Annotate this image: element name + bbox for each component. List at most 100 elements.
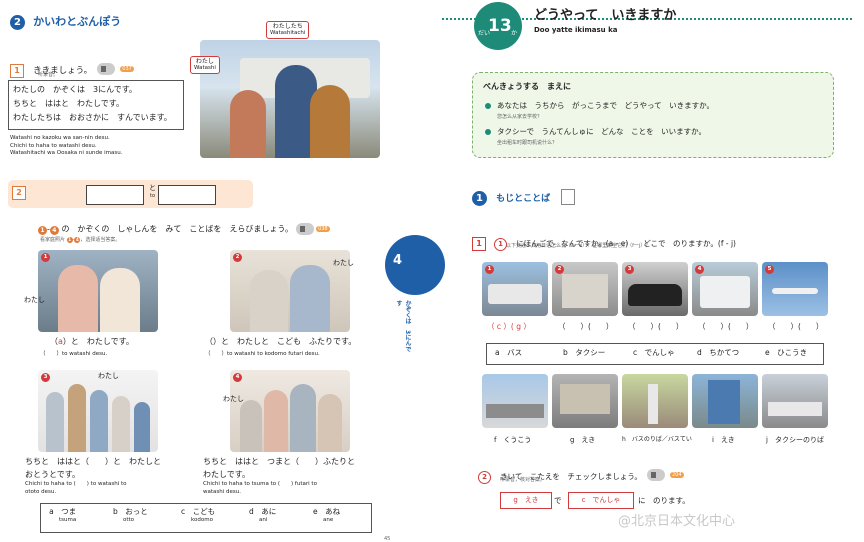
place-photo-g[interactable] xyxy=(552,374,618,428)
family-photo xyxy=(200,40,380,158)
place-photo-j[interactable] xyxy=(762,374,828,428)
item-3-romaji: Chichi to haha to ( ) to watashi to otot… xyxy=(25,481,127,495)
to-particle: と to xyxy=(149,184,156,200)
word-choices-box: a つま tsuma b おっと otto c こども kodomo d あに … xyxy=(40,503,372,533)
exercise-2-instruction-cn: 看家庭照片 1-4，选择适当答案。 xyxy=(40,237,121,243)
answer-box-place[interactable]: g えき xyxy=(500,492,552,509)
bullet-icon xyxy=(485,103,491,109)
vehicle-words-box: a バス b タクシー c でんしゃ d ちかてつ e ひこうき xyxy=(486,343,824,365)
before-study-box: べんきょうする まえに あなたは うちから がっこうまで どうやって いきますか… xyxy=(472,72,834,158)
choice-e: e あね ane xyxy=(313,507,341,524)
vehicle-photo-5[interactable]: 5 xyxy=(762,262,828,316)
section-number: 2 xyxy=(10,15,25,30)
exercise-number: 2 xyxy=(12,186,26,200)
book-icon xyxy=(561,188,576,205)
audio-icon[interactable] xyxy=(295,223,314,235)
particle-de: で xyxy=(554,496,562,505)
answer-slot-5[interactable]: （ ）( ） xyxy=(768,322,823,332)
family-photo-1: 1 xyxy=(38,250,158,332)
place-photo-i[interactable] xyxy=(692,374,758,428)
answer-slot-1[interactable]: （ c ）( g ） xyxy=(487,322,531,332)
exercise-2-banner: 2 と to xyxy=(8,180,253,208)
family-photo-4: 4 xyxy=(230,370,350,452)
vehicle-word-a: a バス xyxy=(495,348,523,357)
item-1-romaji: （ ）to watashi desu. xyxy=(40,351,108,357)
item-2-sentence: （）と わたしと こども ふたりです。 xyxy=(205,337,357,346)
study-question-1: あなたは うちから がっこうまで どうやって いきますか。 xyxy=(497,101,714,110)
photo-label: わたし xyxy=(333,259,354,267)
answer-slot-2[interactable]: （ ）( ） xyxy=(558,322,613,332)
lesson-badge: だい 13 か xyxy=(474,2,522,50)
chapter-number: 4 xyxy=(393,253,403,268)
lesson-title: どうやって いきますか xyxy=(534,8,677,23)
choice-b: b おっと otto xyxy=(113,507,148,524)
vehicle-word-d: d ちかてつ xyxy=(697,348,740,357)
romaji-line: Watashi no kazoku wa san-nin desu. xyxy=(10,135,110,141)
item-1-sentence: （a）と わたしです。 xyxy=(50,337,134,346)
answer-box[interactable] xyxy=(158,185,216,205)
audio-track: 037 xyxy=(120,65,134,72)
page-number: 45 xyxy=(384,536,391,542)
place-photo-f[interactable] xyxy=(482,374,548,428)
place-label-f: f くうこう xyxy=(494,436,532,444)
right-page: だい 13 か どうやって いきますか Doo yatte ikimasu ka… xyxy=(430,0,864,542)
place-photo-h[interactable] xyxy=(622,374,688,428)
section-title: かいわとぶんぽう xyxy=(33,15,122,28)
audio-icon[interactable] xyxy=(97,62,116,75)
section-header: 2 かいわとぶんぽう xyxy=(10,10,121,30)
section-1-header: 1 もじとことば xyxy=(472,186,576,206)
item-4-sentence: ちちと ははと つまと（ ）ふたりと わたしです。 xyxy=(203,457,355,479)
watermark: @北京日本文化中心 xyxy=(618,514,736,529)
dialogue-line: ちちと ははと わたしです。 xyxy=(13,99,124,108)
vehicle-photo-2[interactable]: 2 xyxy=(552,262,618,316)
photo-tag: わたしたち Watashitachi xyxy=(266,21,310,39)
dialogue-line: わたしの かぞくは 3にんです。 xyxy=(13,85,137,94)
chapter-side-tab[interactable]: 4 かぞくは 3にんです xyxy=(385,235,445,355)
audio-track: 038 xyxy=(316,225,330,233)
item-4-romaji: Chichi to haha to tsuma to ( ) futari to… xyxy=(203,481,317,495)
exercise-2-instruction-cn: 听录音，核对答案。 xyxy=(500,477,546,483)
dialogue-line: わたしたちは おおさかに すんでいます。 xyxy=(13,113,172,122)
choice-d: d あに ani xyxy=(249,507,277,524)
place-label-i: i えき xyxy=(712,436,735,444)
study-question-1-cn: 您怎么从家去学校？ xyxy=(497,114,543,120)
exercise-1-instruction-cn: 以下交通工具用日语怎么说（a一e）？在哪里乘坐它们（f一j）？ xyxy=(506,243,651,249)
study-heading: べんきょうする まえに xyxy=(483,82,571,91)
vehicle-word-e: e ひこうき xyxy=(765,348,808,357)
photo-label: わたし xyxy=(98,372,119,380)
place-label-j: j タクシーのりば xyxy=(766,436,824,444)
romaji-line: Chichi to haha to watashi desu. xyxy=(10,142,97,149)
lesson-title-romaji: Doo yatte ikimasu ka xyxy=(534,26,618,34)
place-label-h: h バスのりば／バスてい xyxy=(622,436,692,443)
family-photo-3: 3 xyxy=(38,370,158,452)
item-2-romaji: （ ）to watashi to kodomo futari desu. xyxy=(205,351,320,357)
place-label-g: g えき xyxy=(570,436,596,444)
vehicle-photo-3[interactable]: 3 xyxy=(622,262,688,316)
study-question-2-cn: 坐出租车时跟司机说什么？ xyxy=(497,140,558,146)
audio-icon[interactable] xyxy=(647,468,666,481)
romaji-line: Watashitachi wa Oosaka ni sunde imasu. xyxy=(10,150,123,157)
bullet-icon xyxy=(485,129,491,135)
photo-label: わたし xyxy=(223,395,244,403)
sentence-tail: に のります。 xyxy=(638,496,690,505)
choice-a: a つま tsuma xyxy=(49,507,77,524)
vehicle-photo-4[interactable]: 4 xyxy=(692,262,758,316)
family-photo-2: 2 xyxy=(230,250,350,332)
answer-box-vehicle[interactable]: c でんしゃ xyxy=(568,492,634,509)
exercise-1-header: 1 ききましょう。 037 xyxy=(10,58,134,78)
left-page: 2 かいわとぶんぽう 1 ききましょう。 037 听录音。 わたしの かぞくは … xyxy=(0,0,445,542)
exercise-2-instruction: 1-4 の かぞくの しゃしんを みて ことばを えらびましょう。 038 xyxy=(38,223,330,235)
chapter-title: かぞくは 3にんです xyxy=(395,300,411,353)
audio-track: 204 xyxy=(670,471,684,478)
study-question-2: タクシーで うんてんしゅに どんな ことを いいますか。 xyxy=(497,127,707,136)
item-3-sentence: ちちと ははと（ ）と わたしと おとうとです。 xyxy=(25,457,161,479)
answer-slot-4[interactable]: （ ）( ） xyxy=(698,322,753,332)
photo-label: わたし xyxy=(24,296,45,304)
vehicle-photo-1[interactable]: 1 xyxy=(482,262,548,316)
vehicle-word-c: c でんしゃ xyxy=(633,348,675,357)
choice-c: c こども kodomo xyxy=(181,507,216,524)
answer-slot-3[interactable]: （ ）( ） xyxy=(628,322,683,332)
dialogue-box: わたしの かぞくは 3にんです。 ちちと ははと わたしです。 わたしたちは お… xyxy=(8,80,184,130)
exercise-number: 1 xyxy=(10,64,24,78)
answer-box[interactable] xyxy=(86,185,144,205)
